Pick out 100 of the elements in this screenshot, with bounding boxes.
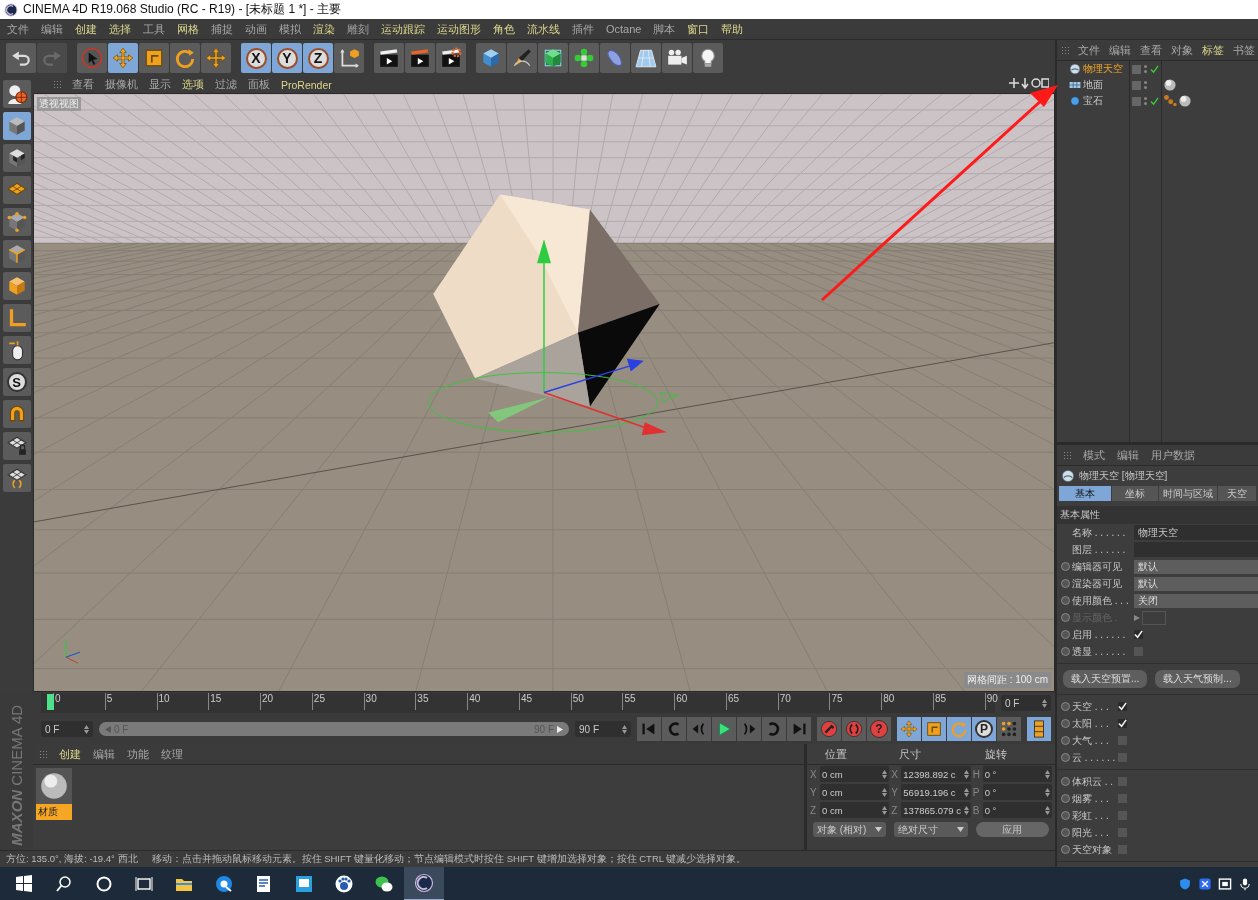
animate-icon[interactable] — [1061, 579, 1070, 588]
menu-item[interactable]: 编辑 — [1117, 447, 1139, 463]
end-frame-field[interactable]: 90 F — [575, 721, 631, 737]
menu-item[interactable]: 标签 — [1202, 42, 1224, 58]
mode-button[interactable] — [2, 336, 31, 364]
frame-field[interactable]: 0 F — [1001, 695, 1051, 711]
tab[interactable]: 天空 — [1218, 486, 1256, 501]
menu-item[interactable]: 帮助 — [721, 21, 744, 37]
coordinate-field[interactable]: 0 cm — [820, 784, 890, 800]
checkbox[interactable] — [1118, 794, 1127, 803]
mode-button[interactable] — [2, 272, 31, 300]
playback-button[interactable] — [737, 717, 761, 741]
checkbox[interactable] — [1118, 702, 1127, 711]
check-icon[interactable] — [1150, 96, 1159, 106]
menu-item[interactable]: 编辑 — [1109, 42, 1131, 58]
mode-button[interactable] — [2, 208, 31, 236]
axis-lock-button[interactable]: Y — [272, 43, 302, 73]
dropdown[interactable]: 默认 — [1134, 559, 1258, 574]
menu-item[interactable]: 模式 — [1083, 447, 1105, 463]
checkbox[interactable] — [1134, 630, 1143, 639]
menu-item[interactable]: 插件 — [572, 21, 594, 37]
menu-item[interactable]: 书签 — [1233, 42, 1255, 58]
keyframe-filter-button[interactable]: P — [972, 717, 996, 741]
menu-item[interactable]: 捕捉 — [211, 21, 233, 37]
coordinate-field[interactable]: 0 cm — [820, 802, 890, 818]
dropdown[interactable]: 默认 — [1134, 576, 1258, 591]
mode-button[interactable] — [2, 304, 31, 332]
tool-button[interactable] — [693, 43, 723, 73]
checkbox[interactable] — [1134, 647, 1143, 656]
menu-item[interactable]: 摄像机 — [105, 77, 138, 92]
menu-item[interactable]: 文件 — [1078, 42, 1100, 58]
menu-item[interactable]: 雕刻 — [347, 21, 369, 37]
object-item[interactable]: 物理天空 — [1057, 61, 1129, 77]
coordinate-field[interactable]: 137865.079 c — [901, 802, 971, 818]
object-item[interactable]: 地面 — [1057, 77, 1129, 93]
layer-swatch[interactable] — [1132, 96, 1141, 106]
tool-button[interactable] — [436, 43, 466, 73]
menu-item[interactable]: 编辑 — [93, 746, 115, 762]
coordinate-field[interactable]: 0 cm — [820, 766, 890, 782]
menu-item[interactable]: 工具 — [143, 21, 165, 37]
menu-item[interactable]: 流水线 — [527, 21, 560, 37]
checkbox[interactable] — [1118, 719, 1127, 728]
menu-item[interactable]: 动画 — [245, 21, 267, 37]
layer-swatch[interactable] — [1132, 64, 1141, 74]
menu-item[interactable]: 选项 — [182, 77, 204, 92]
check-icon[interactable] — [1150, 64, 1159, 74]
tool-button[interactable] — [374, 43, 404, 73]
preset-button[interactable]: 载入天空预置... — [1063, 670, 1148, 688]
checkbox[interactable] — [1118, 736, 1127, 745]
object-item[interactable]: 宝石 — [1057, 93, 1129, 109]
menu-item[interactable]: Octane — [606, 23, 642, 35]
playback-button[interactable] — [637, 717, 661, 741]
playback-button[interactable] — [662, 717, 686, 741]
timeline-button[interactable] — [1027, 717, 1051, 741]
start-frame-field[interactable]: 0 F — [41, 721, 93, 737]
mode-dropdown[interactable]: 对象 (相对) — [813, 822, 887, 837]
mode-button[interactable] — [2, 112, 31, 140]
mode-button[interactable] — [2, 464, 31, 492]
playback-button[interactable] — [687, 717, 711, 741]
dropdown[interactable]: 关闭 — [1134, 593, 1258, 608]
animate-icon[interactable] — [1061, 647, 1070, 656]
visibility-dots[interactable] — [1144, 97, 1147, 105]
text-field[interactable]: 物理天空 — [1134, 525, 1258, 540]
playback-button[interactable] — [712, 717, 736, 741]
checkbox[interactable] — [1118, 811, 1127, 820]
checkbox[interactable] — [1118, 828, 1127, 837]
menu-item[interactable]: 运动跟踪 — [381, 21, 425, 37]
checkbox[interactable] — [1118, 753, 1127, 762]
tab[interactable]: 时间与区域 — [1159, 486, 1217, 501]
record-button[interactable] — [842, 717, 866, 741]
animate-icon[interactable] — [1061, 562, 1070, 571]
menu-item[interactable]: 运动图形 — [437, 21, 481, 37]
tool-button[interactable] — [507, 43, 537, 73]
menu-item[interactable]: 创建 — [59, 746, 81, 762]
mode-button[interactable] — [2, 400, 31, 428]
menu-item[interactable]: 对象 — [1171, 42, 1193, 58]
menu-item[interactable]: 网格 — [177, 21, 199, 37]
menu-item[interactable]: 查看 — [72, 77, 94, 92]
checkbox[interactable] — [1118, 845, 1127, 854]
mode-button[interactable] — [2, 240, 31, 268]
menu-item[interactable]: 纹理 — [161, 746, 183, 762]
menu-item[interactable]: 过滤 — [215, 77, 237, 92]
layer-swatch[interactable] — [1132, 80, 1141, 90]
menu-item[interactable]: 面板 — [248, 77, 270, 92]
tab[interactable]: 坐标 — [1112, 486, 1158, 501]
mode-button[interactable]: S — [2, 368, 31, 396]
menu-item[interactable]: 用户数据 — [1151, 447, 1195, 463]
record-button[interactable] — [817, 717, 841, 741]
playback-button[interactable] — [762, 717, 786, 741]
coordinate-field[interactable]: 0 ° — [982, 766, 1052, 782]
keyframe-filter-button[interactable] — [997, 717, 1021, 741]
record-button[interactable]: ? — [867, 717, 891, 741]
tab[interactable]: 基本 — [1059, 486, 1111, 501]
mode-button[interactable] — [2, 176, 31, 204]
menu-item[interactable]: 显示 — [149, 77, 171, 92]
animate-icon[interactable] — [1061, 596, 1070, 605]
visibility-dots[interactable] — [1144, 81, 1147, 89]
visibility-dots[interactable] — [1144, 65, 1147, 73]
size-mode-dropdown[interactable]: 绝对尺寸 — [894, 822, 968, 837]
menu-item[interactable]: ProRender — [281, 78, 332, 91]
